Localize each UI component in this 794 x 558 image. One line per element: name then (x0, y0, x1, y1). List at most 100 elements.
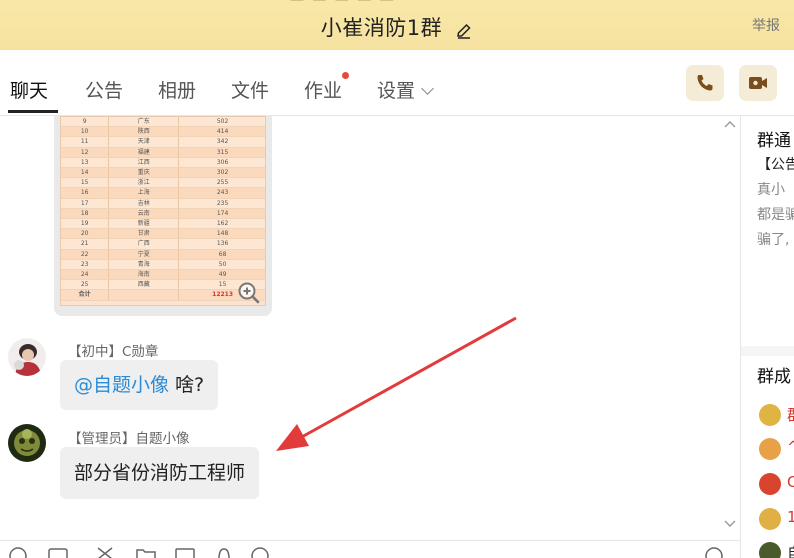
message-bubble[interactable]: 部分省份消防工程师 (60, 447, 260, 499)
table-cell: 23 (61, 259, 110, 271)
member-avatar[interactable] (759, 542, 781, 558)
group-members-title[interactable]: 群成 (757, 362, 791, 387)
table-cell: 江西 (108, 157, 180, 169)
table-row: 11 天津 342 (61, 136, 265, 148)
notice-line: 真小 (757, 182, 785, 198)
tab-settings[interactable]: 设置 (377, 76, 434, 103)
title-bar: 一 一 一 一 一 小崔消防1群 举报 (0, 0, 794, 50)
table-row: 20 甘肃 148 (61, 228, 265, 240)
table-image: 9 广东 502 10 陕西 414 11 天津 342 12 福建 315 13 江西 306 14 重庆 30… (60, 116, 266, 306)
table-row: 10 陕西 414 (61, 126, 265, 138)
table-cell: 福建 (108, 147, 180, 158)
member-name[interactable]: 自 (787, 542, 794, 558)
table-cell: 上海 (108, 187, 180, 199)
phone-icon (697, 75, 713, 91)
bell-icon[interactable] (214, 546, 234, 558)
table-cell: 海南 (108, 269, 180, 281)
tab-album[interactable]: 相册 (158, 76, 196, 103)
member-name[interactable]: C (787, 473, 794, 491)
table-cell: 浙江 (108, 177, 180, 189)
emoji-icon[interactable] (8, 546, 28, 558)
table-row: 23 青海 50 (61, 259, 265, 271)
table-cell: 49 (178, 269, 265, 281)
table-cell: 315 (178, 147, 265, 158)
table-cell: 19 (61, 218, 110, 230)
member-name[interactable]: ^ (787, 438, 794, 456)
table-cell: 吉林 (108, 198, 180, 209)
table-cell: 西藏 (108, 279, 180, 291)
message-text: 部分省份消防工程师 (74, 462, 246, 484)
member-name[interactable]: 群 (787, 404, 794, 425)
table-cell: 17 (61, 198, 110, 209)
collapse-icon[interactable] (724, 120, 736, 128)
table-cell: 502 (178, 117, 265, 128)
history-icon[interactable] (704, 546, 724, 558)
video-camera-icon (749, 77, 767, 89)
table-row: 18 云南 174 (61, 208, 265, 220)
notice-line: 都是骗 (757, 207, 794, 223)
voice-call-button[interactable] (686, 65, 724, 101)
table-cell: 广西 (108, 238, 180, 250)
sender-name: 【初中】C勋章 (68, 344, 159, 360)
table-cell: 414 (178, 126, 265, 138)
mention-link[interactable]: @自题小像 (74, 374, 169, 396)
table-row: 12 福建 315 (61, 147, 265, 158)
tab-bar: 聊天 公告 相册 文件 作业 设置 (0, 50, 794, 116)
chevron-down-icon (421, 82, 434, 95)
table-cell: 20 (61, 228, 110, 240)
member-avatar[interactable] (759, 473, 781, 495)
table-cell (108, 289, 180, 301)
image-message[interactable]: 9 广东 502 10 陕西 414 11 天津 342 12 福建 315 13 江西 306 14 重庆 30… (54, 116, 272, 316)
table-row: 合计 12213 (61, 289, 265, 301)
table-row: 9 广东 502 (61, 117, 265, 128)
tab-chat[interactable]: 聊天 (10, 76, 48, 103)
table-cell: 新疆 (108, 218, 180, 230)
member-avatar[interactable] (759, 438, 781, 460)
video-call-button[interactable] (739, 65, 777, 101)
image-table: 9 广东 502 10 陕西 414 11 天津 342 12 福建 315 13 江西 306 14 重庆 30… (61, 117, 265, 301)
edit-icon[interactable] (455, 22, 473, 40)
table-cell: 广东 (108, 117, 180, 128)
table-cell: 陕西 (108, 126, 180, 138)
table-cell: 14 (61, 167, 110, 179)
group-title: 小崔消防1群 (320, 16, 443, 40)
image-icon[interactable] (175, 546, 195, 558)
table-cell: 342 (178, 136, 265, 148)
table-cell: 10 (61, 126, 110, 138)
group-notice-title[interactable]: 群通 (757, 126, 791, 151)
table-cell: 18 (61, 208, 110, 220)
notification-dot (342, 72, 350, 79)
avatar[interactable] (8, 424, 46, 462)
cropped-text-fragment: 一 一 一 一 一 (290, 0, 396, 10)
zoom-in-icon[interactable] (237, 281, 261, 305)
avatar[interactable] (8, 338, 46, 376)
folder-icon[interactable] (136, 546, 156, 558)
input-toolbar (0, 540, 740, 558)
scissors-icon[interactable] (95, 546, 115, 558)
table-cell: 云南 (108, 208, 180, 220)
chat-message-area[interactable]: 9 广东 502 10 陕西 414 11 天津 342 12 福建 315 13 江西 306 14 重庆 30… (0, 116, 740, 540)
table-cell: 255 (178, 177, 265, 189)
table-cell: 174 (178, 208, 265, 220)
tab-announcement[interactable]: 公告 (85, 76, 123, 103)
table-cell: 24 (61, 269, 110, 281)
report-button[interactable]: 举报 (752, 15, 780, 35)
table-row: 14 重庆 302 (61, 167, 265, 179)
table-cell: 22 (61, 249, 110, 260)
table-row: 25 西藏 15 (61, 279, 265, 291)
member-avatar[interactable] (759, 508, 781, 530)
table-cell: 136 (178, 238, 265, 250)
table-cell: 11 (61, 136, 110, 148)
active-tab-indicator (8, 110, 58, 113)
tab-homework[interactable]: 作业 (304, 72, 350, 103)
member-name[interactable]: 1 (787, 508, 794, 526)
group-info-panel: 群通 【公告 真小 都是骗 骗了, 群成 群 ^ C 1 自 (740, 116, 794, 558)
gif-icon[interactable] (48, 546, 68, 558)
tab-files[interactable]: 文件 (231, 76, 269, 103)
admin-avatar-image (8, 424, 46, 462)
member-avatar[interactable] (759, 404, 781, 426)
expand-icon[interactable] (724, 520, 736, 528)
table-cell: 243 (178, 187, 265, 199)
more-icon[interactable] (250, 546, 270, 558)
message-bubble[interactable]: @自题小像 啥? (60, 360, 219, 410)
